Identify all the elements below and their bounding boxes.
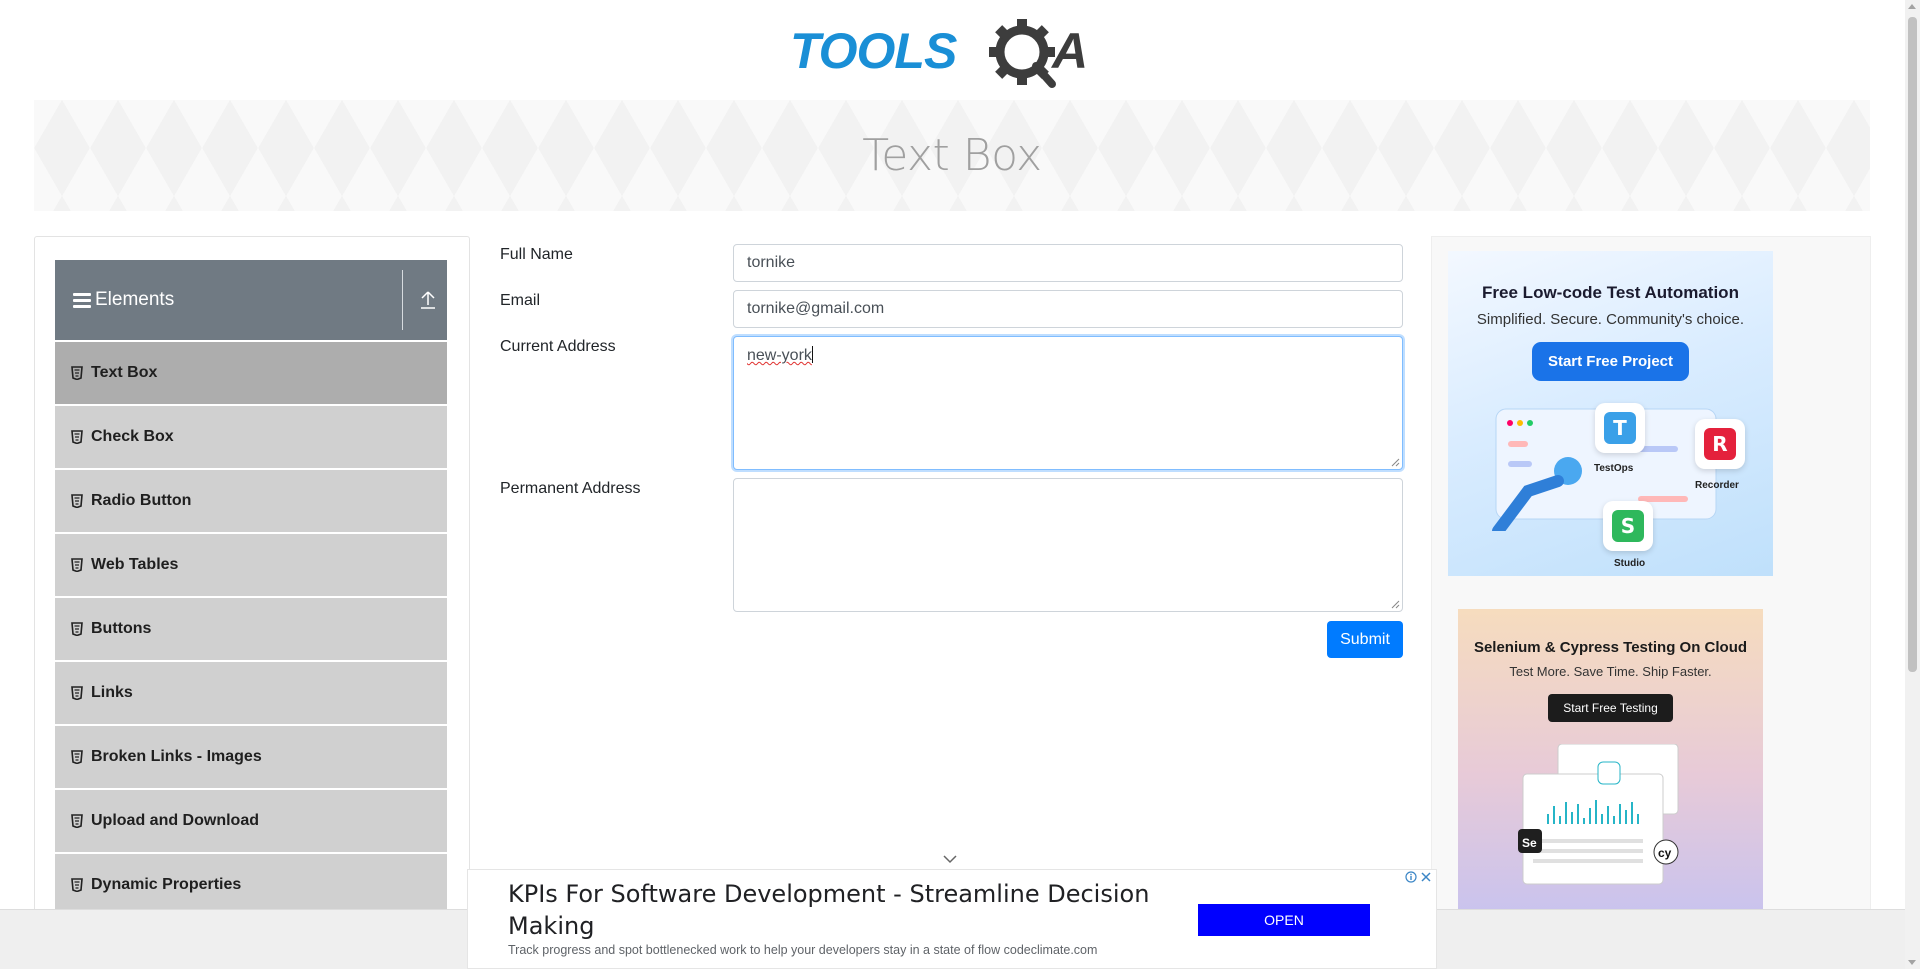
html5-icon — [71, 878, 83, 892]
ad1-subheading: Simplified. Secure. Community's choice. — [1476, 311, 1745, 328]
text-caret — [811, 346, 813, 363]
sidebar-item-label: Radio Button — [91, 492, 192, 509]
bottom-ad[interactable]: KPIs For Software Development - Streamli… — [467, 869, 1437, 969]
adchoices[interactable] — [1404, 870, 1433, 884]
svg-text:TOOLS: TOOLS — [790, 23, 957, 79]
page-banner: Text Box — [34, 100, 1870, 211]
ad1-product-testops: TestOps — [1594, 463, 1634, 474]
sidebar-item-dynamic-properties[interactable]: Dynamic Properties — [55, 854, 447, 916]
permanent-address-textarea[interactable] — [733, 478, 1403, 612]
resize-grip-icon[interactable] — [1390, 599, 1400, 609]
email-value: tornike@gmail.com — [747, 300, 885, 317]
header-divider — [402, 270, 403, 330]
sidebar-item-radio-button[interactable]: Radio Button — [55, 470, 447, 532]
html5-icon — [71, 622, 83, 636]
ad2-dashboard-illustration: Se cy — [1518, 744, 1679, 885]
bottom-ad-description: Track progress and spot bottlenecked wor… — [508, 943, 1098, 957]
ad2-subheading: Test More. Save Time. Ship Faster. — [1509, 664, 1712, 679]
resize-grip-icon[interactable] — [1390, 457, 1400, 467]
ad-lambdatest[interactable]: Selenium & Cypress Testing On Cloud Test… — [1458, 609, 1763, 914]
ad1-heading: Free Low-code Test Automation — [1482, 283, 1739, 302]
sidebar-item-label: Check Box — [91, 428, 174, 445]
svg-text:Se: Se — [1522, 836, 1537, 850]
html5-icon — [71, 494, 83, 508]
sidebar-item-web-tables[interactable]: Web Tables — [55, 534, 447, 596]
scrollbar-thumb[interactable] — [1908, 17, 1917, 672]
sidebar-item-label: Links — [91, 684, 133, 701]
sidebar-menu: Text Box Check Box Radio Button Web Tabl… — [55, 342, 447, 918]
html5-icon — [71, 430, 83, 444]
sidebar-item-label: Upload and Download — [91, 812, 259, 829]
html5-icon — [71, 686, 83, 700]
ad-open-button[interactable]: OPEN — [1198, 904, 1370, 936]
ad2-heading: Selenium & Cypress Testing On Cloud — [1473, 639, 1748, 656]
close-ad-icon[interactable] — [1419, 870, 1433, 884]
sidebar-item-links[interactable]: Links — [55, 662, 447, 724]
sidebar-item-check-box[interactable]: Check Box — [55, 406, 447, 468]
sidebar-group-title: Elements — [95, 289, 175, 310]
sidebar-group-header-elements[interactable]: Elements — [55, 260, 447, 340]
email-label: Email — [500, 292, 541, 309]
svg-text:A: A — [1050, 23, 1088, 79]
recorder-tile: R — [1695, 419, 1745, 469]
full-name-input[interactable]: tornike — [733, 244, 1403, 282]
studio-tile: S — [1603, 501, 1653, 551]
full-name-label: Full Name — [500, 246, 573, 263]
svg-text:cy: cy — [1658, 846, 1672, 860]
testops-tile: T — [1595, 403, 1645, 453]
html5-icon — [71, 558, 83, 572]
page-title: Text Box — [862, 130, 1042, 181]
ad1-product-recorder: Recorder — [1695, 480, 1739, 491]
sidebar-item-label: Dynamic Properties — [91, 876, 242, 893]
page-scrollbar[interactable] — [1905, 0, 1920, 969]
start-free-project-button[interactable]: Start Free Project — [1531, 342, 1690, 381]
sidebar-item-label: Text Box — [91, 364, 158, 381]
html5-icon — [71, 750, 83, 764]
sidebar-item-label: Broken Links - Images — [91, 748, 262, 765]
toolsqa-logo[interactable]: TOOLS A — [790, 14, 1116, 90]
html5-icon — [71, 814, 83, 828]
sidebar-item-broken-links-images[interactable]: Broken Links - Images — [55, 726, 447, 788]
sidebar-item-label: Buttons — [91, 620, 152, 637]
start-free-testing-button[interactable]: Start Free Testing — [1548, 694, 1673, 722]
collapse-up-icon[interactable] — [419, 288, 437, 310]
sidebar-item-upload-and-download[interactable]: Upload and Download — [55, 790, 447, 852]
ad-katalon[interactable]: Free Low-code Test Automation Simplified… — [1448, 251, 1773, 576]
bottom-ad-title[interactable]: KPIs For Software Development - Streamli… — [508, 878, 1168, 942]
submit-button[interactable]: Submit — [1327, 621, 1403, 658]
current-address-value: new-york — [747, 347, 812, 364]
sidebar-item-label: Web Tables — [91, 556, 179, 573]
full-name-value: tornike — [747, 254, 796, 271]
ad1-product-studio: Studio — [1614, 558, 1646, 569]
chevron-down-icon[interactable] — [942, 854, 958, 864]
html5-icon — [71, 366, 83, 380]
page: TOOLS A Text Box Elements Text Box Check… — [0, 0, 1920, 969]
current-address-label: Current Address — [500, 338, 616, 355]
adchoices-info-icon[interactable] — [1404, 870, 1418, 884]
current-address-textarea[interactable]: new-york — [733, 336, 1403, 470]
permanent-address-label: Permanent Address — [500, 480, 641, 497]
sidebar-item-buttons[interactable]: Buttons — [55, 598, 447, 660]
menu-icon — [73, 292, 91, 308]
scroll-down-arrow-icon[interactable] — [1908, 960, 1916, 965]
email-input[interactable]: tornike@gmail.com — [733, 290, 1403, 328]
sidebar-item-text-box[interactable]: Text Box — [55, 342, 447, 404]
scroll-up-arrow-icon[interactable] — [1908, 4, 1916, 9]
